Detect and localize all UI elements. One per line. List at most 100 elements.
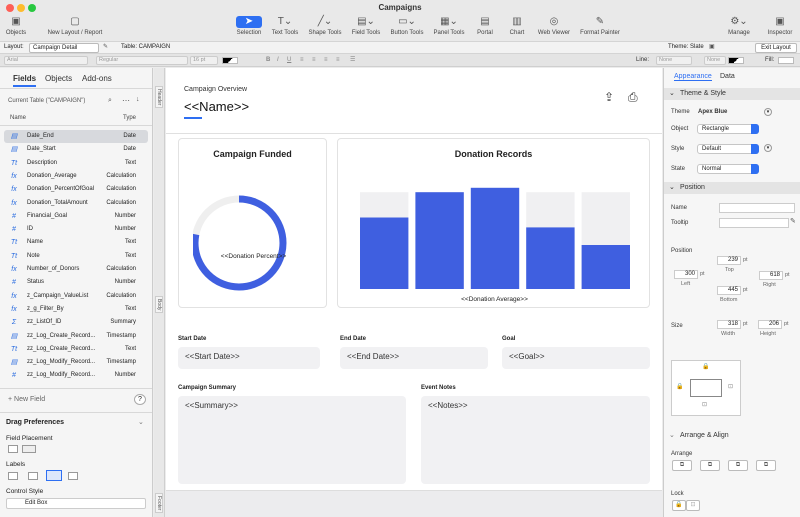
left-input[interactable]: 300: [674, 270, 698, 279]
lock-button[interactable]: 🔒: [672, 500, 686, 511]
field-row[interactable]: ▤ zz_Log_Create_Record... Timestamp: [4, 330, 148, 343]
layout-select[interactable]: Campaign Detail: [29, 43, 99, 53]
chevron-down-icon[interactable]: ⌄: [138, 418, 144, 426]
label-left-button[interactable]: [46, 470, 62, 481]
donation-percent-field[interactable]: <<Donation Percent>>: [179, 253, 328, 260]
layout-canvas[interactable]: Campaign Overview <<Name>> ⇪ ⎙ Campaign …: [166, 68, 662, 517]
inspector-button[interactable]: ▣ Inspector: [766, 16, 794, 36]
top-input[interactable]: 239: [717, 256, 741, 265]
placement-horizontal-button[interactable]: [22, 445, 36, 453]
lock-icon[interactable]: 🔒: [702, 363, 709, 370]
end-date-field[interactable]: <<End Date>>: [340, 347, 488, 369]
autosize-anchor-box[interactable]: 🔒 🔒 ⊡ ⊡: [671, 360, 741, 416]
arrange-align-heading[interactable]: Arrange & Align: [680, 432, 729, 439]
field-row[interactable]: fx Donation_Average Calculation: [4, 170, 148, 183]
new-field-button[interactable]: + New Field: [8, 396, 45, 403]
text-tools-button[interactable]: T⌄ Text Tools: [268, 16, 302, 36]
footer-part-label[interactable]: Footer: [155, 493, 163, 514]
object-select[interactable]: Rectangle: [697, 124, 759, 134]
format-painter-button[interactable]: ✎ Format Painter: [578, 16, 622, 36]
field-row[interactable]: # Status Number: [4, 276, 148, 289]
field-row[interactable]: Tt Description Text: [4, 157, 148, 170]
goal-field[interactable]: <<Goal>>: [502, 347, 650, 369]
lock-icon[interactable]: 🔒: [676, 383, 683, 390]
header-part-label[interactable]: Header: [155, 86, 163, 109]
field-row[interactable]: ▤ Date_Start Date: [4, 143, 148, 156]
align-left-icon[interactable]: ≡: [300, 54, 304, 66]
panel-tools-button[interactable]: ▦⌄ Panel Tools: [431, 16, 467, 36]
button-tools-button[interactable]: ▭⌄ Button Tools: [387, 16, 427, 36]
pencil-icon[interactable]: ✎: [790, 217, 796, 225]
close-window-button[interactable]: [6, 4, 14, 12]
exit-layout-button[interactable]: Exit Layout: [755, 43, 797, 53]
style-select[interactable]: Default: [697, 144, 759, 154]
theme-icon[interactable]: ▣: [709, 42, 715, 53]
help-button[interactable]: ?: [134, 394, 146, 405]
tab-data[interactable]: Data: [720, 73, 735, 80]
chart-button[interactable]: ▥ Chart: [506, 16, 528, 36]
tooltip-input[interactable]: [719, 218, 789, 228]
shape-tools-button[interactable]: ╱⌄ Shape Tools: [306, 16, 344, 36]
italic-icon[interactable]: I: [277, 54, 279, 66]
unlock-icon[interactable]: ⊡: [728, 383, 733, 390]
position-section[interactable]: ⌄ Position: [664, 182, 800, 194]
justify-icon[interactable]: ≡: [336, 54, 340, 66]
send-backward-button[interactable]: ⧉: [728, 460, 748, 471]
manage-button[interactable]: ⚙⌄ Manage: [726, 16, 752, 36]
field-row[interactable]: fx Donation_PercentOfGoal Calculation: [4, 183, 148, 196]
field-row[interactable]: fx z_g_Filter_By Text: [4, 303, 148, 316]
field-row[interactable]: # zz_Log_Modify_Record... Number: [4, 369, 148, 382]
width-input[interactable]: 318: [717, 320, 741, 329]
theme-menu-icon[interactable]: ▾: [764, 108, 772, 116]
tab-addons[interactable]: Add-ons: [82, 74, 112, 83]
field-row[interactable]: Tt Note Text: [4, 250, 148, 263]
placement-vertical-button[interactable]: [8, 445, 18, 453]
new-layout-button[interactable]: ▢ New Layout / Report: [42, 16, 108, 36]
field-row[interactable]: # ID Number: [4, 223, 148, 236]
share-icon[interactable]: ⇪: [604, 90, 614, 104]
field-row[interactable]: Σzz_ListOf_ID Summary: [4, 316, 148, 329]
label-top-button[interactable]: [28, 472, 38, 480]
right-input[interactable]: 618: [759, 271, 783, 280]
line-color-swatch[interactable]: [728, 57, 744, 64]
minimize-window-button[interactable]: [17, 4, 25, 12]
text-color-swatch[interactable]: [222, 57, 238, 64]
field-row[interactable]: # Financial_Goal Number: [4, 210, 148, 223]
name-input[interactable]: [719, 203, 795, 213]
tab-objects[interactable]: Objects: [45, 74, 72, 83]
body-part-label[interactable]: Body: [155, 296, 163, 314]
theme-style-section[interactable]: ⌄ Theme & Style: [664, 88, 800, 100]
summary-field[interactable]: <<Summary>>: [178, 396, 406, 484]
line-width-select[interactable]: None: [704, 56, 726, 65]
field-row[interactable]: fx Number_of_Donors Calculation: [4, 263, 148, 276]
fill-color-swatch[interactable]: [778, 57, 794, 64]
table-select[interactable]: Current Table ("CAMPAIGN"): [8, 98, 85, 104]
field-row[interactable]: ▤ Date_End Date: [4, 130, 148, 143]
send-to-back-button[interactable]: ⧉: [756, 460, 776, 471]
donation-average-field[interactable]: <<Donation Average>>: [338, 296, 651, 303]
style-menu-icon[interactable]: ▾: [764, 144, 772, 152]
field-row[interactable]: Tt zz_Log_Create_Record... Text: [4, 343, 148, 356]
align-center-icon[interactable]: ≡: [312, 54, 316, 66]
font-select[interactable]: Arial: [4, 56, 88, 65]
height-input[interactable]: 206: [758, 320, 782, 329]
print-icon[interactable]: ⎙: [628, 90, 638, 105]
label-inside-button[interactable]: [68, 472, 78, 480]
field-tools-button[interactable]: ▤⌄ Field Tools: [349, 16, 383, 36]
bottom-input[interactable]: 445: [717, 286, 741, 295]
portal-button[interactable]: ▤ Portal: [474, 16, 496, 36]
font-style-select[interactable]: Regular: [96, 56, 188, 65]
options-icon[interactable]: ⋯: [122, 96, 130, 105]
campaign-funded-card[interactable]: Campaign Funded <<Donation Percent>>: [178, 138, 327, 308]
bring-forward-button[interactable]: ⧉: [700, 460, 720, 471]
bold-icon[interactable]: B: [266, 54, 270, 66]
label-none-button[interactable]: [8, 472, 18, 480]
web-viewer-button[interactable]: ◎ Web Viewer: [536, 16, 572, 36]
name-field[interactable]: <<Name>>: [184, 99, 249, 114]
donation-records-card[interactable]: Donation Records <<Donation Average>>: [337, 138, 650, 308]
bring-to-front-button[interactable]: ⧉: [672, 460, 692, 471]
selection-tool-button[interactable]: ➤ Selection: [234, 16, 264, 36]
start-date-field[interactable]: <<Start Date>>: [178, 347, 320, 369]
unlock-icon[interactable]: ⊡: [702, 401, 707, 408]
unlock-button[interactable]: ⊡: [686, 500, 700, 511]
